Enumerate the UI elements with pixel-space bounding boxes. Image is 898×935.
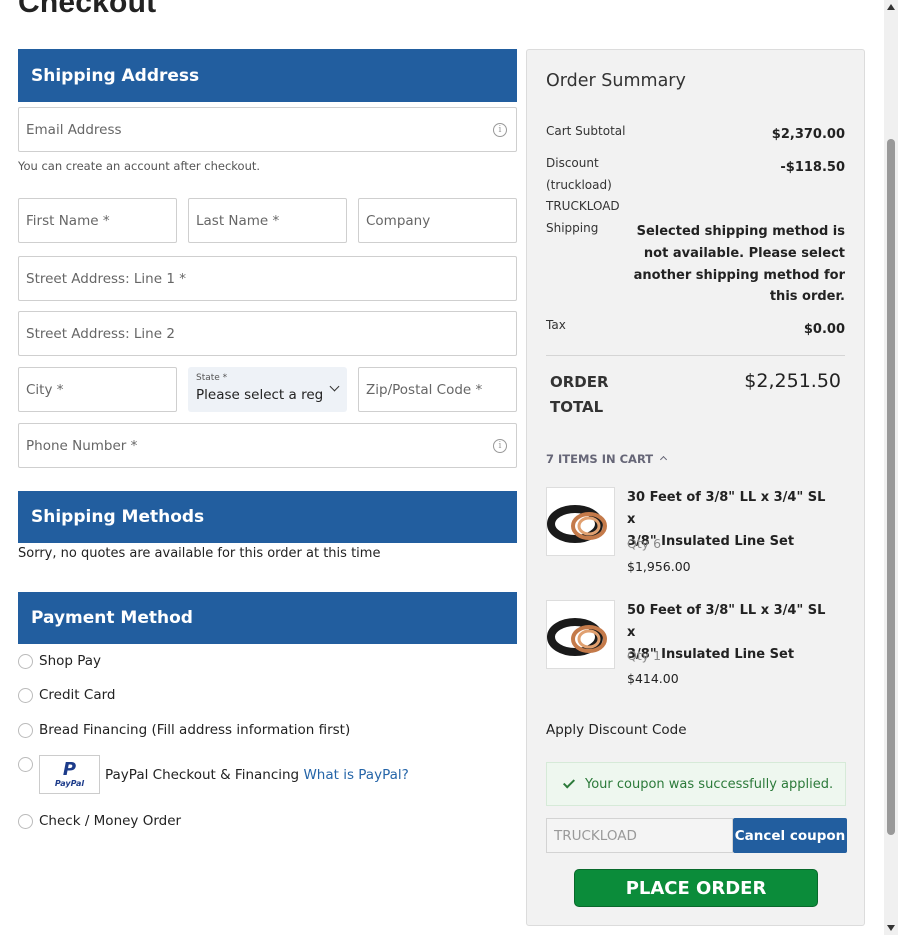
items-in-cart-toggle[interactable]: 7 ITEMS IN CART [546, 452, 668, 466]
payment-option-label: Check / Money Order [39, 813, 182, 829]
cart-subtotal-label: Cart Subtotal [546, 124, 626, 138]
state-label: State * [196, 373, 228, 383]
payment-option-bread-financing[interactable]: Bread Financing (Fill address informatio… [18, 722, 350, 738]
street-line2-field[interactable]: Street Address: Line 2 [18, 311, 517, 356]
state-select[interactable]: State * Please select a region [188, 367, 347, 412]
payment-option-check-money-order[interactable]: Check / Money Order [18, 813, 181, 829]
phone-field[interactable]: Phone Number * i [18, 423, 517, 468]
payment-option-label: PayPal Checkout & Financing [105, 767, 300, 783]
order-total-label-line: TOTAL [550, 398, 604, 416]
apply-discount-code-toggle[interactable]: Apply Discount Code [546, 722, 687, 738]
line-set-image [547, 618, 607, 656]
payment-option-label: Shop Pay [39, 653, 102, 669]
tax-label: Tax [546, 318, 566, 332]
cancel-coupon-button[interactable]: Cancel coupon [733, 818, 847, 853]
company-placeholder: Company [366, 212, 431, 229]
scroll-down-arrow-icon[interactable] [887, 925, 895, 931]
zip-field[interactable]: Zip/Postal Code * [358, 367, 517, 412]
payment-option-shop-pay[interactable]: Shop Pay [18, 653, 101, 669]
shipping-message-line: this order. [769, 289, 845, 304]
cart-subtotal-value: $2,370.00 [771, 127, 845, 142]
product-qty: Qty 1 [627, 648, 662, 663]
product-name-line: 30 Feet of 3/8" LL x 3/4" SL x [627, 490, 826, 527]
city-field[interactable]: City * [18, 367, 177, 412]
order-summary-title: Order Summary [546, 71, 686, 91]
info-icon[interactable]: i [493, 123, 507, 137]
coupon-success-message: Your coupon was successfully applied. [546, 762, 846, 806]
checkout-form: Shipping Address Email Address i You can… [18, 49, 517, 829]
scroll-up-arrow-icon[interactable] [887, 4, 895, 10]
email-placeholder: Email Address [26, 121, 122, 138]
discount-label-code: (truckload) [546, 178, 612, 192]
product-name-line: 50 Feet of 3/8" LL x 3/4" SL x [627, 603, 826, 640]
state-value: Please select a region [196, 387, 324, 403]
order-total-label-line: ORDER [550, 373, 609, 391]
last-name-placeholder: Last Name * [196, 212, 280, 229]
company-field[interactable]: Company [358, 198, 517, 243]
street-line1-placeholder: Street Address: Line 1 * [26, 270, 186, 287]
shipping-label: Shipping [546, 221, 599, 235]
order-total-value: $2,251.50 [744, 370, 841, 392]
first-name-field[interactable]: First Name * [18, 198, 177, 243]
line-set-image [547, 505, 607, 543]
email-helper-text: You can create an account after checkout… [18, 159, 261, 173]
summary-divider [546, 355, 845, 356]
shipping-message-line: not available. Please select [643, 246, 845, 261]
chevron-down-icon [329, 381, 340, 392]
page-scrollbar[interactable] [884, 0, 898, 935]
city-placeholder: City * [26, 381, 64, 398]
phone-placeholder: Phone Number * [26, 437, 138, 454]
discount-value: -$118.50 [780, 160, 845, 175]
discount-label-name: TRUCKLOAD [546, 199, 620, 213]
zip-placeholder: Zip/Postal Code * [366, 381, 483, 398]
shipping-address-header: Shipping Address [18, 49, 517, 102]
last-name-field[interactable]: Last Name * [188, 198, 347, 243]
scrollbar-thumb[interactable] [887, 139, 895, 835]
info-icon[interactable]: i [493, 439, 507, 453]
payment-option-label: Credit Card [39, 687, 116, 703]
product-qty: Qty 6 [627, 536, 662, 551]
radio-button[interactable] [18, 813, 33, 829]
product-image[interactable] [546, 487, 615, 556]
first-name-placeholder: First Name * [26, 212, 110, 229]
radio-button[interactable] [18, 687, 33, 703]
checkmark-icon [562, 775, 576, 789]
shipping-message-line: another shipping method for [633, 268, 845, 283]
product-image[interactable] [546, 600, 615, 669]
payment-method-header: Payment Method [18, 592, 517, 644]
page-title: Checkout [18, 0, 157, 19]
shipping-message-line: Selected shipping method is [636, 224, 845, 239]
radio-button[interactable] [18, 722, 33, 738]
payment-option-credit-card[interactable]: Credit Card [18, 687, 115, 703]
discount-label: Discount [546, 156, 599, 170]
paypal-logo-text: PayPal [54, 779, 85, 788]
order-total-label: ORDER TOTAL [550, 370, 620, 420]
chevron-up-icon [660, 455, 668, 464]
shipping-methods-header: Shipping Methods [18, 491, 517, 543]
payment-option-paypal[interactable]: P PayPal PayPal Checkout & Financing Wha… [18, 755, 409, 794]
payment-option-label: Bread Financing (Fill address informatio… [39, 722, 351, 738]
coupon-input[interactable]: TRUCKLOAD [546, 818, 733, 853]
what-is-paypal-link[interactable]: What is PayPal? [303, 767, 408, 783]
payment-option-label-wrap: PayPal Checkout & Financing What is PayP… [105, 767, 409, 783]
coupon-success-text: Your coupon was successfully applied. [585, 776, 834, 792]
radio-button[interactable] [18, 757, 33, 772]
product-price: $1,956.00 [627, 559, 691, 574]
radio-button[interactable] [18, 653, 33, 669]
order-summary-panel: Order Summary Cart Subtotal $2,370.00 Di… [526, 49, 865, 926]
paypal-logo-glyph: P [62, 759, 77, 780]
product-price: $414.00 [627, 671, 679, 686]
tax-value: $0.00 [803, 322, 845, 337]
shipping-methods-message: Sorry, no quotes are available for this … [18, 546, 381, 561]
street-line1-field[interactable]: Street Address: Line 1 * [18, 256, 517, 301]
coupon-input-value: TRUCKLOAD [554, 827, 637, 844]
paypal-logo: P PayPal [39, 755, 100, 794]
place-order-button[interactable]: PLACE ORDER [574, 869, 818, 907]
items-in-cart-label: 7 ITEMS IN CART [546, 452, 654, 466]
street-line2-placeholder: Street Address: Line 2 [26, 325, 175, 342]
email-field[interactable]: Email Address i [18, 107, 517, 152]
